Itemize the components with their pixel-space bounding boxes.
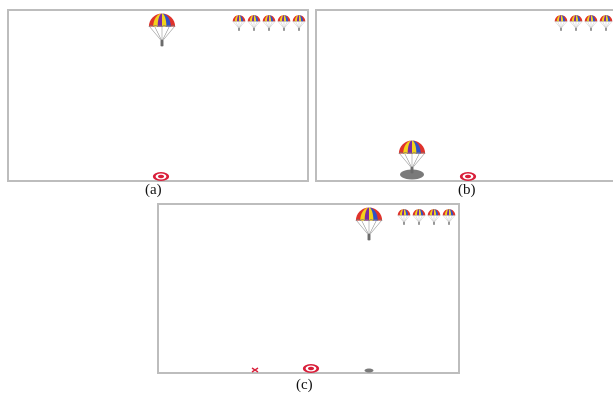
- lives-indicator: [397, 208, 456, 227]
- lives-indicator: [232, 14, 306, 33]
- bullseye-target-icon: [459, 171, 477, 182]
- parachute-icon: [412, 208, 426, 227]
- game-panel-b: [315, 9, 613, 182]
- bullseye-target-icon: [302, 363, 320, 374]
- parachute-icon: [427, 208, 441, 227]
- parachute-icon: [292, 14, 306, 33]
- parachute-icon: [147, 12, 177, 50]
- parachute-icon: [277, 14, 291, 33]
- game-panel-a: [7, 9, 309, 182]
- parachute-icon: [354, 206, 384, 244]
- parachute-icon: [599, 14, 613, 33]
- parachute-icon: [262, 14, 276, 33]
- parachute-icon: [232, 14, 246, 33]
- parachute-icon: [442, 208, 456, 227]
- miss-x-icon: [251, 367, 259, 373]
- panel-caption-a: (a): [145, 182, 162, 198]
- panel-caption-c: (c): [296, 377, 313, 393]
- parachute-icon: [569, 14, 583, 33]
- parachute-icon: [247, 14, 261, 33]
- game-panel-c: [157, 203, 460, 374]
- parachute-icon: [397, 139, 427, 177]
- parachute-icon: [397, 208, 411, 227]
- bullseye-target-icon: [152, 171, 170, 182]
- panel-caption-b: (b): [458, 182, 476, 198]
- lives-indicator: [554, 14, 613, 33]
- parachute-icon: [584, 14, 598, 33]
- parachute-icon: [554, 14, 568, 33]
- landing-shadow-icon: [364, 368, 374, 373]
